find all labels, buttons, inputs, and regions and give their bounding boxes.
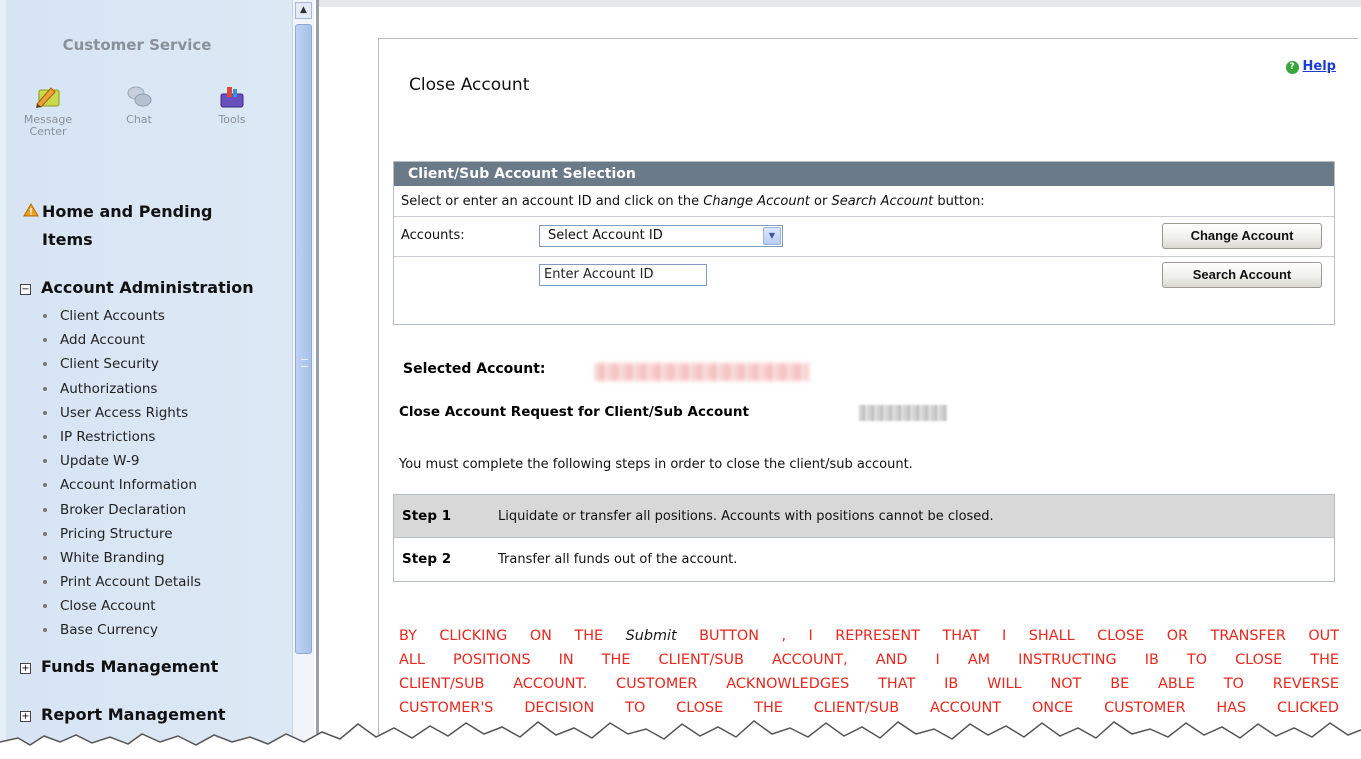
disclaimer-line-1: BY CLICKING ON THE Submit BUTTON , I REP… xyxy=(399,624,1339,648)
nav-item-update-w9[interactable]: Update W-9 xyxy=(40,449,201,473)
expand-icon[interactable]: + xyxy=(20,663,31,674)
chat-label: Chat xyxy=(126,113,152,126)
message-center-icon xyxy=(36,87,60,108)
disclaimer-l1-pre: BY CLICKING ON THE xyxy=(399,628,626,644)
search-account-button[interactable]: Search Account xyxy=(1162,262,1322,288)
change-account-button[interactable]: Change Account xyxy=(1162,223,1322,249)
torn-edge xyxy=(0,720,1361,759)
nav-item-client-security[interactable]: Client Security xyxy=(40,352,201,376)
pane-divider[interactable] xyxy=(316,0,319,759)
nav-item-broker-declaration[interactable]: Broker Declaration xyxy=(40,498,201,522)
step-text: Liquidate or transfer all positions. Acc… xyxy=(498,509,994,524)
tools-button[interactable]: Tools xyxy=(204,84,260,126)
accounts-label: Accounts: xyxy=(401,228,465,243)
account-id-select-value: Select Account ID xyxy=(548,228,663,243)
warning-icon xyxy=(20,198,42,226)
nav-item-white-branding[interactable]: White Branding xyxy=(40,546,201,570)
selected-account-label: Selected Account: xyxy=(403,361,546,377)
top-border xyxy=(319,0,1361,7)
nav-item-base-currency[interactable]: Base Currency xyxy=(40,618,201,642)
instr-prefix: Select or enter an account ID and click … xyxy=(401,194,704,209)
instr-suffix: button: xyxy=(933,194,985,209)
customer-service-tools: Message Center Chat Tools xyxy=(20,84,270,164)
tools-label: Tools xyxy=(218,113,246,126)
instr-search-account: Search Account xyxy=(831,194,934,209)
scrollbar-thumb[interactable] xyxy=(295,24,312,654)
nav-item-account-information[interactable]: Account Information xyxy=(40,473,201,497)
chat-button[interactable]: Chat xyxy=(114,84,164,126)
help-link[interactable]: ? Help xyxy=(1285,59,1336,74)
scroll-up-button[interactable]: ▲ xyxy=(295,2,312,19)
disclaimer-submit-word: Submit xyxy=(625,628,677,644)
nav-home-and-pending-items[interactable]: Home and Pending Items xyxy=(20,198,270,254)
account-id-select[interactable]: Select Account ID ▼ xyxy=(539,225,783,247)
account-id-input[interactable]: Enter Account ID xyxy=(539,264,707,286)
enter-account-row: Enter Account ID Search Account xyxy=(394,257,1334,295)
step-text: Transfer all funds out of the account. xyxy=(498,552,738,567)
redacted-account-id xyxy=(859,405,947,421)
message-center-button[interactable]: Message Center xyxy=(20,84,76,138)
tools-icon xyxy=(220,87,244,108)
help-label: Help xyxy=(1302,59,1336,74)
sidebar-scrollbar[interactable]: ▲ xyxy=(292,0,314,759)
nav-item-user-access-rights[interactable]: User Access Rights xyxy=(40,401,201,425)
nav-home-label-1: Home and Pending xyxy=(42,202,213,221)
close-request-label: Close Account Request for Client/Sub Acc… xyxy=(399,404,749,420)
customer-service-title: Customer Service xyxy=(62,36,212,54)
nav-item-close-account[interactable]: Close Account xyxy=(40,594,201,618)
main-content: Close Account ? Help Client/Sub Account S… xyxy=(378,38,1358,759)
page-title: Close Account xyxy=(409,75,530,95)
selection-instructions: Select or enter an account ID and click … xyxy=(394,186,1334,217)
nav-item-ip-restrictions[interactable]: IP Restrictions xyxy=(40,425,201,449)
step-row: Step 2 Transfer all funds out of the acc… xyxy=(394,538,1334,581)
redacted-account-name xyxy=(595,363,809,381)
nav-funds-management-label: Funds Management xyxy=(41,657,219,676)
step-label: Step 2 xyxy=(402,551,452,567)
nav-item-authorizations[interactable]: Authorizations xyxy=(40,377,201,401)
sidebar: Customer Service Message Center Chat Too… xyxy=(0,0,292,759)
collapse-icon[interactable]: − xyxy=(20,284,31,295)
nav-home-label-2: Items xyxy=(42,230,93,249)
nav-item-add-account[interactable]: Add Account xyxy=(40,328,201,352)
panel-header: Client/Sub Account Selection xyxy=(394,162,1334,186)
account-selection-panel: Client/Sub Account Selection Select or e… xyxy=(393,161,1335,325)
help-icon: ? xyxy=(1285,61,1299,74)
nav-funds-management[interactable]: + Funds Management xyxy=(20,653,218,681)
step-label: Step 1 xyxy=(402,508,452,524)
step-row: Step 1 Liquidate or transfer all positio… xyxy=(394,495,1334,538)
chevron-down-icon[interactable]: ▼ xyxy=(763,227,781,245)
disclaimer-line-2: ALL POSITIONS IN THE CLIENT/SUB ACCOUNT,… xyxy=(399,652,1339,668)
steps-table: Step 1 Liquidate or transfer all positio… xyxy=(393,494,1335,582)
nav-account-administration-label: Account Administration xyxy=(41,278,254,297)
disclaimer-l1-post: BUTTON , I REPRESENT THAT I SHALL CLOSE … xyxy=(676,628,1339,644)
instr-mid: or xyxy=(809,194,832,209)
accounts-row: Accounts: Select Account ID ▼ Change Acco… xyxy=(394,217,1334,257)
nav-item-pricing-structure[interactable]: Pricing Structure xyxy=(40,522,201,546)
nav-item-print-account-details[interactable]: Print Account Details xyxy=(40,570,201,594)
message-center-label-2: Center xyxy=(29,125,67,138)
nav-account-administration[interactable]: − Account Administration xyxy=(20,274,254,302)
instr-change-account: Change Account xyxy=(703,194,810,209)
nav-item-client-accounts[interactable]: Client Accounts xyxy=(40,304,201,328)
chat-icon xyxy=(127,86,152,107)
instructions-text: You must complete the following steps in… xyxy=(399,457,913,472)
account-administration-list: Client Accounts Add Account Client Secur… xyxy=(40,304,201,643)
